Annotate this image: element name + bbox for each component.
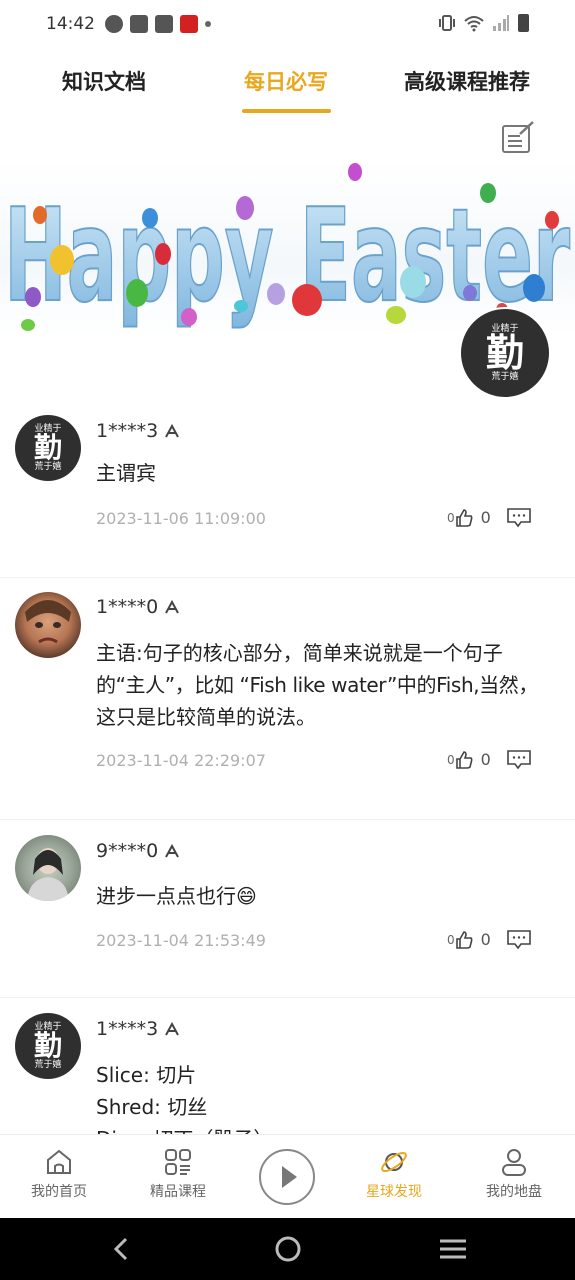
post-content: Slice: 切片 Shred: 切丝 Dice: 切丁（骰子） [96,1059,556,1134]
post-item: 业精于 勤 荒于嬉 1****3 Slice: 切片 Shred: 切丝 Dic… [0,998,575,1134]
nav-profile-label: 我的地盘 [486,1184,542,1200]
post-content-line: Shred: 切丝 [96,1095,208,1119]
post-time: 2023-11-04 21:53:49 [96,931,266,950]
dot-icon [205,21,211,27]
post-content-line: Slice: 切片 [96,1063,197,1087]
active-tab-indicator [242,109,331,113]
avatar-photo [27,848,69,901]
post-content-line: Dice: 切丁（骰子） [96,1123,556,1134]
post-content-line: 主谓宾 [96,461,156,485]
avatar[interactable]: 业精于 勤 荒于嬉 [15,1013,81,1079]
like-count: 0 [480,930,491,949]
comment-icon[interactable] [507,750,531,770]
signal-icon [493,15,509,31]
wifi-icon [464,16,484,32]
red-app-icon [180,15,198,33]
like-button[interactable]: 0 0 [447,750,491,769]
post-item: 9****0 进步一点点也行😄 2023-11-04 21:53:49 0 0 [0,820,575,998]
like-prefix: 0 [447,752,455,767]
edit-icon[interactable] [500,120,536,156]
level-badge-icon [165,844,179,858]
username[interactable]: 9****0 [96,840,158,862]
comment-icon[interactable] [507,508,531,528]
nav-home[interactable]: 我的首页 [9,1147,109,1201]
banner-text: Happy Easter [4,182,570,331]
vibrate-icon [439,15,455,31]
recents-icon[interactable] [437,1234,469,1264]
logo-text-bottom: 荒于嬉 [491,372,519,382]
nav-profile[interactable]: 我的地盘 [464,1147,564,1201]
tab-knowledge-docs[interactable]: 知识文档 [62,66,146,96]
grid-icon [165,1149,191,1175]
mail-icon [155,15,173,33]
mail-icon [130,15,148,33]
like-count: 0 [480,750,491,769]
thumbs-up-icon [455,750,473,769]
logo-text-main: 勤 [33,1029,62,1062]
post-item: 业精于 勤 荒于嬉 1****3 主谓宾 2023-11-06 11:09:00… [0,400,575,578]
post-content-line: 主语:句子的核心部分，简单来说就是一个句子 [96,641,503,665]
post-content: 主谓宾 [96,457,556,489]
like-prefix: 0 [447,932,455,947]
avatar[interactable] [15,592,81,658]
status-time: 14:42 [46,14,95,34]
like-button[interactable]: 0 0 [447,508,491,527]
system-navigation-bar [0,1218,575,1280]
logo-text-bottom: 荒于嬉 [34,1060,62,1070]
tab-advanced-courses[interactable]: 高级课程推荐 [404,66,530,96]
username[interactable]: 1****0 [96,596,158,618]
top-tabs: 知识文档 每日必写 高级课程推荐 [0,56,575,116]
planet-icon [381,1151,407,1173]
home-circle-icon[interactable] [272,1234,304,1264]
comment-icon[interactable] [507,930,531,950]
like-prefix: 0 [447,510,455,525]
post-content-line: 进步一点点也行😄 [96,884,257,908]
post-time: 2023-11-04 22:29:07 [96,751,266,770]
avatar[interactable] [15,835,81,901]
play-button[interactable] [259,1149,315,1205]
level-badge-icon [165,600,179,614]
post-item: 1****0 主语:句子的核心部分，简单来说就是一个句子 的“主人”，比如 “F… [0,578,575,820]
nav-home-label: 我的首页 [31,1184,87,1200]
level-badge-icon [165,1022,179,1036]
thumbs-up-icon [455,508,473,527]
tab-daily-writing[interactable]: 每日必写 [244,66,328,96]
user-icon [502,1149,526,1176]
nav-courses[interactable]: 精品课程 [128,1147,228,1201]
level-badge-icon [165,424,179,438]
logo-text-main: 勤 [485,331,524,375]
battery-icon [518,14,529,32]
nav-courses-label: 精品课程 [150,1184,206,1200]
logo-text-bottom: 荒于嬉 [34,462,62,472]
play-icon [282,1166,297,1188]
avatar[interactable]: 业精于 勤 荒于嬉 [15,415,81,481]
username[interactable]: 1****3 [96,420,158,442]
back-icon[interactable] [106,1234,138,1264]
username[interactable]: 1****3 [96,1018,158,1040]
like-count: 0 [480,508,491,527]
nav-discover-label: 星球发现 [366,1184,422,1200]
like-button[interactable]: 0 0 [447,930,491,949]
bottom-navigation: 我的首页 精品课程 星球发现 我的地盘 [0,1134,575,1218]
post-time: 2023-11-06 11:09:00 [96,509,266,528]
post-content-line: 的“主人”，比如 “Fish like water”中的Fish,当然， [96,673,538,697]
status-bar: 14:42 [0,0,575,48]
check-circle-icon [105,15,123,33]
post-content: 主语:句子的核心部分，简单来说就是一个句子 的“主人”，比如 “Fish lik… [96,637,566,733]
nav-discover[interactable]: 星球发现 [344,1147,444,1201]
logo-text-main: 勤 [33,431,62,464]
thumbs-up-icon [455,930,473,949]
brand-logo: 业精于 勤 荒于嬉 [459,307,551,399]
post-content: 进步一点点也行😄 [96,880,556,912]
post-content-line: 这只是比较简单的说法。 [96,705,316,729]
avatar-photo [25,600,71,644]
home-icon [47,1149,71,1174]
